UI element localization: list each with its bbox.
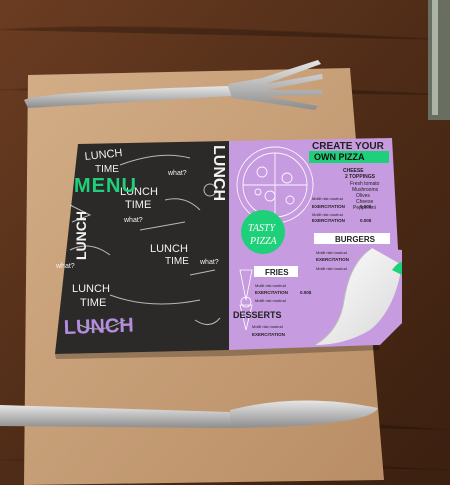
lunch-label-3: LUNCH bbox=[150, 243, 188, 255]
scene-drawing: LUNCH TIME LUNCH TIME LUNCH TIME LUNCH T… bbox=[0, 0, 450, 485]
restaurant-table-scene: LUNCH TIME LUNCH TIME LUNCH TIME LUNCH T… bbox=[0, 0, 450, 485]
item-price: 0.00$ bbox=[360, 204, 372, 209]
item-desc: Mollit nisi nostrud bbox=[255, 298, 286, 303]
lunch-big-title: LUNCH bbox=[63, 315, 134, 339]
glass bbox=[428, 0, 450, 120]
pizza-label: PIZZA bbox=[249, 236, 278, 247]
item-desc: Mollit nisi nostrud bbox=[316, 250, 347, 255]
item-exercitation: EXERCITATION bbox=[316, 257, 349, 262]
time-label-2: TIME bbox=[125, 199, 151, 211]
fries-title: FRIES bbox=[265, 268, 289, 277]
create-your-title: CREATE YOUR bbox=[312, 141, 385, 152]
item-exercitation: EXERCITATION bbox=[255, 290, 288, 295]
item-desc: Mollit nisi nostrud bbox=[312, 196, 343, 201]
item-exercitation: EXERCITATION bbox=[312, 204, 345, 209]
lunch-vertical-left: LUNCH bbox=[73, 211, 89, 260]
desserts-title: DESSERTS bbox=[233, 310, 282, 320]
item-price: 0.00$ bbox=[300, 290, 312, 295]
tasty-label: TASTY bbox=[248, 223, 276, 234]
item-desc: Mollit nisi nostrud bbox=[312, 212, 343, 217]
toppings-heading-2: 2 TOPPINGS bbox=[345, 174, 376, 180]
what-label-4: what? bbox=[199, 259, 219, 266]
item-desc: Mollit nisi nostrud bbox=[252, 324, 283, 329]
burgers-title: BURGERS bbox=[335, 235, 376, 244]
item-price: 0.00$ bbox=[360, 218, 372, 223]
lunch-label-4: LUNCH bbox=[72, 283, 110, 295]
what-label-3: what? bbox=[55, 263, 75, 270]
item-desc: Mollit nisi nostrud bbox=[255, 283, 286, 288]
what-label-2: what? bbox=[123, 217, 143, 224]
lunch-vertical-right: LUNCH bbox=[210, 145, 227, 201]
item-exercitation: EXERCITATION bbox=[312, 218, 345, 223]
pizza-illustration-icon bbox=[236, 146, 314, 224]
item-exercitation: EXERCITATION bbox=[252, 332, 285, 337]
what-label-1: what? bbox=[167, 170, 187, 177]
menu-title: MENU bbox=[74, 175, 137, 197]
own-pizza-title: OWN PIZZA bbox=[314, 152, 365, 162]
time-label-4: TIME bbox=[80, 297, 106, 309]
time-label-1: TIME bbox=[95, 164, 119, 175]
time-label-3: TIME bbox=[165, 256, 189, 267]
item-desc: Mollit nisi nostrud bbox=[316, 266, 347, 271]
menu-items-burgers: Mollit nisi nostrud EXERCITATION Mollit … bbox=[316, 250, 349, 271]
